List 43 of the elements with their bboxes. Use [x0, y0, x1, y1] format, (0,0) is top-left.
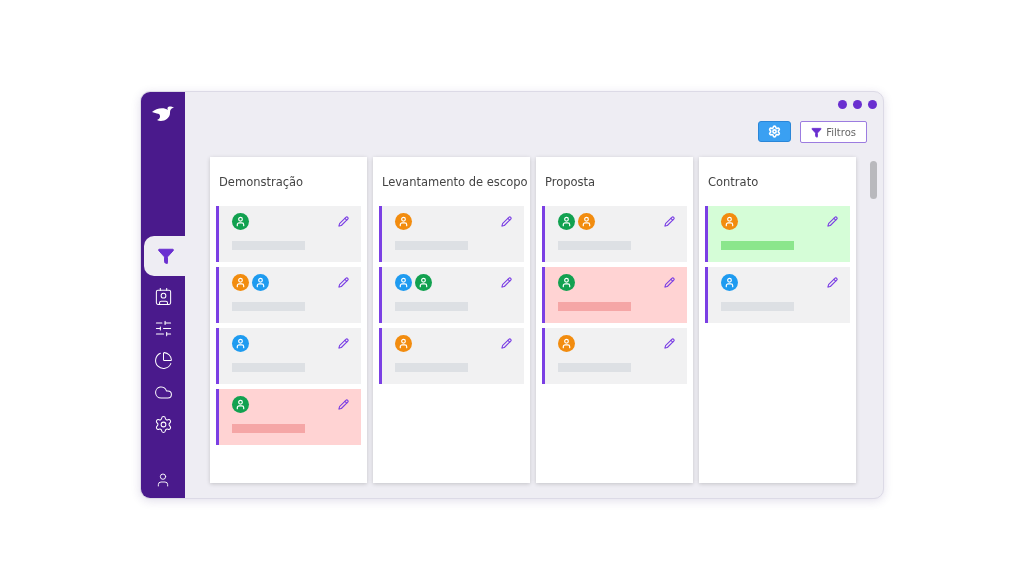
edit-icon[interactable]	[501, 276, 512, 288]
deal-card[interactable]	[379, 206, 524, 262]
column-title: Contrato	[707, 174, 760, 191]
edit-icon[interactable]	[501, 215, 512, 227]
dot-icon	[868, 100, 877, 109]
dot-icon	[853, 100, 862, 109]
edit-icon[interactable]	[338, 215, 349, 227]
deal-card[interactable]	[216, 328, 361, 384]
user-icon[interactable]	[155, 472, 171, 488]
edit-icon[interactable]	[338, 337, 349, 349]
sidebar-item[interactable]	[144, 236, 188, 276]
deal-card[interactable]	[705, 267, 850, 323]
deal-card[interactable]	[542, 206, 687, 262]
deal-card[interactable]	[705, 206, 850, 262]
edit-icon[interactable]	[338, 276, 349, 288]
dot-icon	[838, 100, 847, 109]
id-card-icon	[153, 286, 173, 306]
deal-card[interactable]	[216, 389, 361, 445]
deal-card[interactable]	[379, 267, 524, 323]
edit-icon[interactable]	[827, 215, 838, 227]
column-title: Demonstração	[218, 174, 305, 191]
deal-card[interactable]	[216, 206, 361, 262]
edit-icon[interactable]	[664, 215, 675, 227]
logo-icon	[150, 104, 176, 124]
pie-chart-icon	[153, 350, 173, 370]
deal-card[interactable]	[542, 267, 687, 323]
settings-icon	[768, 125, 782, 138]
settings-icon	[153, 414, 173, 434]
edit-icon[interactable]	[664, 337, 675, 349]
settings-button[interactable]	[758, 121, 792, 142]
deal-card[interactable]	[542, 328, 687, 384]
edit-icon[interactable]	[501, 337, 512, 349]
filter-icon	[157, 247, 175, 265]
edit-icon[interactable]	[664, 276, 675, 288]
sliders-icon	[153, 318, 173, 338]
edit-icon[interactable]	[827, 276, 838, 288]
scrollbar	[870, 161, 877, 199]
column-title: Proposta	[544, 174, 597, 191]
deal-card[interactable]	[379, 328, 524, 384]
deal-card[interactable]	[216, 267, 361, 323]
filter-button[interactable]: Filtros	[800, 121, 867, 143]
edit-icon[interactable]	[338, 398, 349, 410]
filter-icon	[811, 126, 823, 138]
